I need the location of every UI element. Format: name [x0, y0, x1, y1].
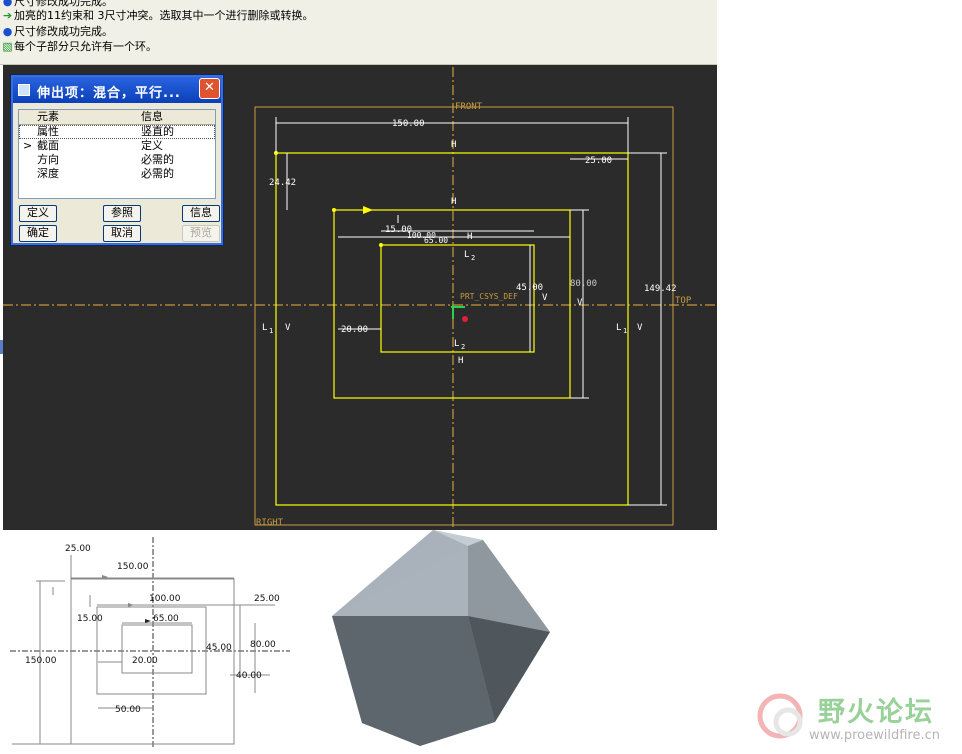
define-button[interactable]: 定义 [19, 205, 57, 222]
svg-text:15.00: 15.00 [77, 614, 103, 624]
csys-origin [462, 316, 468, 322]
list-item[interactable]: > 截面 定义 [19, 139, 215, 153]
model-3d-view [332, 530, 550, 746]
svg-text:L: L [262, 323, 267, 333]
svg-text:50.00: 50.00 [115, 705, 141, 715]
warning-icon: ▧ [2, 40, 13, 53]
dialog-title: 伸出项：混合，平行... [37, 86, 181, 101]
svg-text:V: V [285, 323, 291, 333]
logo-brand-text: 野火论坛 [818, 697, 934, 728]
list-item[interactable]: 方向 必需的 [19, 153, 215, 167]
bullet-icon: ● [2, 25, 13, 38]
right-label: RIGHT [256, 518, 284, 528]
message-line: ➔ 加亮的11约束和 3尺寸冲突。选取其中一个进行删除或转换。 [2, 9, 314, 22]
svg-text:V: V [637, 323, 643, 333]
svg-text:45.00: 45.00 [206, 643, 232, 653]
dimension-lines [275, 117, 667, 506]
cancel-button[interactable]: 取消 [103, 225, 141, 242]
svg-text:L: L [616, 323, 621, 333]
front-label: FRONT [455, 102, 483, 112]
svg-text:80.00: 80.00 [570, 279, 597, 289]
protrusion-dialog: 伸出项：混合，平行... ✕ 元素 信息 属性 竖直的 > 截面 定义 方向 必… [10, 74, 224, 246]
svg-text:150.00: 150.00 [392, 119, 425, 129]
svg-text:45.00: 45.00 [516, 283, 543, 293]
svg-text:24.42: 24.42 [269, 178, 296, 188]
vertex [332, 208, 336, 212]
svg-text:H: H [451, 140, 456, 150]
svg-text:40.00: 40.00 [236, 671, 262, 681]
svg-text:H: H [451, 197, 456, 207]
svg-text:25.00: 25.00 [254, 594, 280, 604]
column-header-info: 信息 [141, 110, 163, 123]
svg-text:2: 2 [471, 254, 475, 262]
dimension-text: 150.00 25.00 24.42 149.42 15.00 100.00 6… [269, 119, 677, 335]
element-list[interactable]: 元素 信息 属性 竖直的 > 截面 定义 方向 必需的 深度 必需的 [18, 109, 216, 199]
svg-text:25.00: 25.00 [65, 544, 91, 554]
references-button[interactable]: 参照 [103, 205, 141, 222]
svg-text:2: 2 [461, 343, 465, 351]
green-arrow-icon: ➔ [2, 9, 13, 22]
logo-url-text: www.proewildfire.cn [809, 728, 940, 743]
list-item[interactable]: 深度 必需的 [19, 167, 215, 181]
svg-text:20.00: 20.00 [341, 325, 368, 335]
message-line: ● 尺寸修改成功完成。 [2, 25, 113, 38]
svg-text:150.00: 150.00 [117, 562, 149, 572]
svg-text:100.00: 100.00 [149, 594, 181, 604]
top-label: TOP [675, 296, 692, 306]
logo-mark-icon [757, 693, 803, 739]
start-point-arrow [363, 206, 373, 214]
column-header-element: 元素 [37, 110, 59, 123]
svg-text:149.42: 149.42 [644, 284, 677, 294]
svg-text:1: 1 [623, 327, 627, 335]
current-marker-icon: > [23, 139, 33, 152]
svg-text:20.00: 20.00 [132, 656, 158, 666]
csys-label: PRT_CSYS_DEF [460, 292, 518, 301]
info-button[interactable]: 信息 [182, 205, 220, 222]
forum-logo: 野火论坛 www.proewildfire.cn [752, 688, 952, 750]
dialog-app-icon [18, 84, 30, 96]
datum-frame [254, 106, 674, 526]
svg-text:65.00: 65.00 [424, 236, 448, 245]
svg-text:25.00: 25.00 [585, 156, 612, 166]
svg-text:V: V [577, 298, 583, 308]
message-line: ▧每个子部分只允许有一个环。 [2, 40, 157, 53]
vertex [379, 243, 383, 247]
list-item[interactable]: 属性 竖直的 [19, 125, 215, 139]
svg-text:L: L [464, 250, 469, 260]
message-area: ● 尺寸修改成功完成。 ➔ 加亮的11约束和 3尺寸冲突。选取其中一个进行删除或转换… [0, 0, 717, 65]
svg-text:H: H [458, 356, 463, 366]
svg-text:V: V [542, 293, 548, 303]
dialog-titlebar[interactable]: 伸出项：混合，平行... [13, 77, 221, 103]
close-button[interactable]: ✕ [199, 78, 220, 99]
ok-button[interactable]: 确定 [19, 225, 57, 242]
reference-drawing: 25.00 150.00 100.00 25.00 15.00 65.00 80… [10, 537, 290, 747]
svg-text:H: H [467, 232, 472, 242]
svg-text:65.00: 65.00 [153, 614, 179, 624]
preview-button: 预览 [182, 225, 220, 242]
svg-text:150.00: 150.00 [25, 656, 57, 666]
svg-text:1: 1 [269, 327, 273, 335]
list-header: 元素 信息 [19, 110, 215, 125]
svg-text:L: L [454, 339, 459, 349]
svg-text:80.00: 80.00 [250, 640, 276, 650]
